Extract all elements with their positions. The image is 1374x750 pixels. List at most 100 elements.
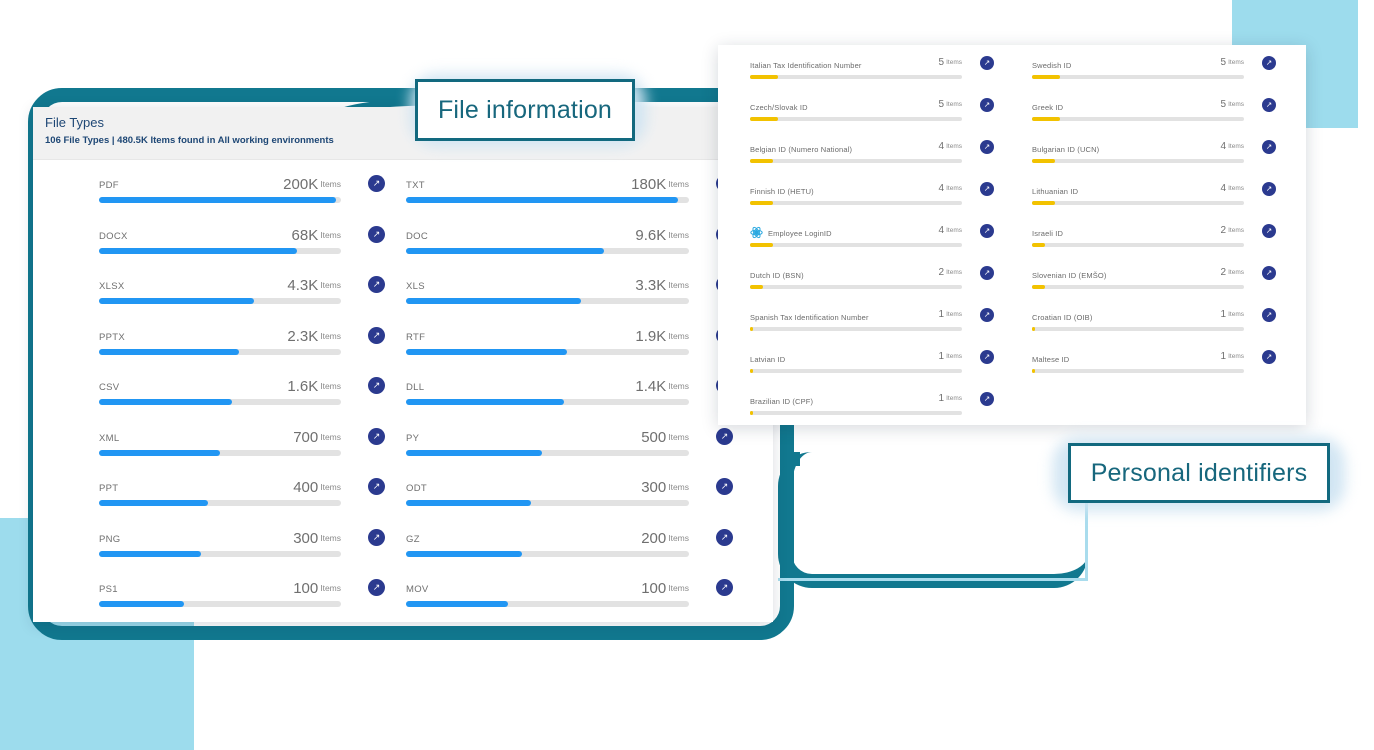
arrow-up-right-icon[interactable]: ↗ bbox=[368, 225, 385, 243]
personal-identifier-bar-fill bbox=[750, 117, 778, 121]
personal-identifier-count: 1 Items bbox=[938, 393, 962, 404]
personal-identifier-count: 4 Items bbox=[938, 225, 962, 236]
file-type-count: 9.6K Items bbox=[635, 226, 689, 244]
file-type-bar-track bbox=[99, 399, 341, 405]
arrow-up-right-icon[interactable]: ↗ bbox=[368, 427, 385, 445]
arrow-up-right-icon[interactable]: ↗ bbox=[716, 579, 733, 596]
file-types-header: File Types 106 File Types | 480.5K Items… bbox=[33, 107, 773, 160]
personal-identifier-row: Brazilian ID (CPF) 1 Items ↗ bbox=[750, 392, 994, 437]
file-type-label: PY bbox=[406, 432, 420, 444]
callout-personal-identifiers-label: Personal identifiers bbox=[1090, 458, 1308, 487]
arrow-up-right-icon[interactable]: ↗ bbox=[368, 326, 385, 344]
arrow-up-right-icon[interactable]: ↗ bbox=[1262, 56, 1276, 70]
arrow-up-right-icon[interactable]: ↗ bbox=[1262, 224, 1276, 238]
teal-frame-bridge bbox=[780, 452, 800, 466]
arrow-up-right-icon[interactable]: ↗ bbox=[368, 377, 385, 394]
personal-identifier-row: Bulgarian ID (UCN) 4 Items ↗ bbox=[1032, 140, 1276, 185]
file-type-bar-fill bbox=[406, 601, 508, 607]
file-type-label: PS1 bbox=[99, 584, 118, 595]
file-type-label: GZ bbox=[406, 533, 420, 545]
file-type-bar-fill bbox=[406, 399, 565, 405]
arrow-up-right-icon[interactable]: ↗ bbox=[1262, 182, 1276, 196]
personal-identifier-bar-track bbox=[1032, 327, 1244, 331]
arrow-up-right-icon[interactable]: ↗ bbox=[1262, 98, 1276, 112]
personal-identifier-bar-fill bbox=[750, 75, 778, 79]
personal-identifier-row: Employee LoginID 4 Items ↗ bbox=[750, 224, 994, 269]
file-type-row: PS1 100 Items ↗ bbox=[99, 579, 385, 622]
file-type-bar-track bbox=[99, 550, 341, 557]
arrow-up-right-icon[interactable]: ↗ bbox=[1262, 140, 1276, 154]
personal-identifier-count: 1 Items bbox=[938, 351, 962, 362]
arrow-up-right-icon[interactable]: ↗ bbox=[1262, 350, 1276, 364]
file-type-count: 1.6K Items bbox=[287, 378, 341, 395]
arrow-up-right-icon[interactable]: ↗ bbox=[980, 224, 994, 238]
personal-identifier-count: 2 Items bbox=[1220, 225, 1244, 236]
arrow-up-right-icon[interactable]: ↗ bbox=[1262, 266, 1276, 280]
file-type-row: DOCX 68K Items ↗ bbox=[99, 225, 385, 278]
arrow-up-right-icon[interactable]: ↗ bbox=[1262, 308, 1276, 322]
personal-identifier-bar-fill bbox=[1032, 75, 1060, 79]
arrow-up-right-icon[interactable]: ↗ bbox=[716, 528, 733, 546]
personal-identifier-label: Spanish Tax Identification Number bbox=[750, 313, 869, 322]
personal-identifier-bar-track bbox=[750, 285, 962, 289]
file-type-row: PNG 300 Items ↗ bbox=[99, 528, 385, 581]
arrow-up-right-icon[interactable]: ↗ bbox=[980, 266, 994, 280]
file-type-bar-fill bbox=[406, 197, 678, 203]
personal-identifier-row: Spanish Tax Identification Number 1 Items ↗ bbox=[750, 308, 994, 353]
file-type-bar-fill bbox=[99, 298, 254, 304]
file-type-bar-track bbox=[99, 298, 341, 304]
arrow-up-right-icon[interactable]: ↗ bbox=[980, 98, 994, 112]
personal-identifier-label: Finnish ID (HETU) bbox=[750, 187, 814, 196]
personal-identifier-row: Israeli ID 2 Items ↗ bbox=[1032, 224, 1276, 269]
personal-identifier-bar-track bbox=[750, 75, 962, 79]
personal-identifier-bar-track bbox=[750, 201, 962, 205]
file-type-bar-track bbox=[406, 298, 689, 304]
personal-identifier-count: 5 Items bbox=[1220, 57, 1244, 68]
personal-identifier-label: Employee LoginID bbox=[768, 229, 832, 238]
file-type-count: 500 Items bbox=[641, 428, 689, 446]
file-type-label: PDF bbox=[99, 180, 119, 191]
file-type-row: PPTX 2.3K Items ↗ bbox=[99, 326, 385, 379]
arrow-up-right-icon[interactable]: ↗ bbox=[980, 182, 994, 196]
personal-identifier-bar-fill bbox=[750, 159, 774, 163]
personal-identifier-bar-track bbox=[1032, 243, 1244, 247]
marketing-composite: File Types 106 File Types | 480.5K Items… bbox=[0, 0, 1374, 750]
personal-identifier-bar-track bbox=[750, 117, 962, 121]
arrow-up-right-icon[interactable]: ↗ bbox=[980, 140, 994, 154]
arrow-up-right-icon[interactable]: ↗ bbox=[980, 308, 994, 322]
personal-identifier-bar-fill bbox=[1032, 369, 1035, 373]
personal-identifier-bar-fill bbox=[1032, 327, 1035, 331]
file-type-bar-fill bbox=[406, 247, 605, 254]
personal-identifier-label: Slovenian ID (EMŠO) bbox=[1032, 271, 1107, 280]
arrow-up-right-icon[interactable]: ↗ bbox=[980, 56, 994, 70]
file-type-bar-fill bbox=[99, 247, 298, 254]
file-type-bar-fill bbox=[99, 348, 240, 355]
file-type-bar-fill bbox=[406, 348, 568, 355]
file-type-count: 200 Items bbox=[641, 529, 689, 547]
file-type-bar-track bbox=[406, 601, 689, 607]
file-type-bar-track bbox=[406, 399, 689, 405]
personal-identifier-bar-fill bbox=[1032, 243, 1045, 247]
file-type-label: DOC bbox=[406, 230, 429, 242]
pii-column-right: Swedish ID 5 Items ↗ Greek ID 5 Items ↗ Bulgaria… bbox=[1012, 56, 1306, 425]
personal-identifier-bar-track bbox=[750, 411, 962, 415]
arrow-up-right-icon[interactable]: ↗ bbox=[368, 579, 385, 596]
arrow-up-right-icon[interactable]: ↗ bbox=[368, 528, 385, 546]
file-type-bar-fill bbox=[99, 550, 201, 557]
employee-login-icon bbox=[750, 226, 763, 239]
file-type-bar-fill bbox=[406, 449, 542, 456]
arrow-up-right-icon[interactable]: ↗ bbox=[980, 392, 994, 406]
personal-identifier-bar-track bbox=[1032, 159, 1244, 163]
arrow-up-right-icon[interactable]: ↗ bbox=[716, 427, 733, 445]
arrow-up-right-icon[interactable]: ↗ bbox=[368, 276, 385, 293]
file-type-count: 300 Items bbox=[293, 529, 341, 547]
personal-identifier-bar-fill bbox=[750, 411, 753, 415]
arrow-up-right-icon[interactable]: ↗ bbox=[368, 478, 385, 495]
personal-identifier-bar-fill bbox=[750, 243, 774, 247]
arrow-up-right-icon[interactable]: ↗ bbox=[368, 175, 385, 192]
personal-identifier-row: Greek ID 5 Items ↗ bbox=[1032, 98, 1276, 143]
file-type-row: XML 700 Items ↗ bbox=[99, 427, 385, 480]
arrow-up-right-icon[interactable]: ↗ bbox=[980, 350, 994, 364]
arrow-up-right-icon[interactable]: ↗ bbox=[716, 478, 733, 495]
personal-identifier-count: 1 Items bbox=[1220, 351, 1244, 362]
